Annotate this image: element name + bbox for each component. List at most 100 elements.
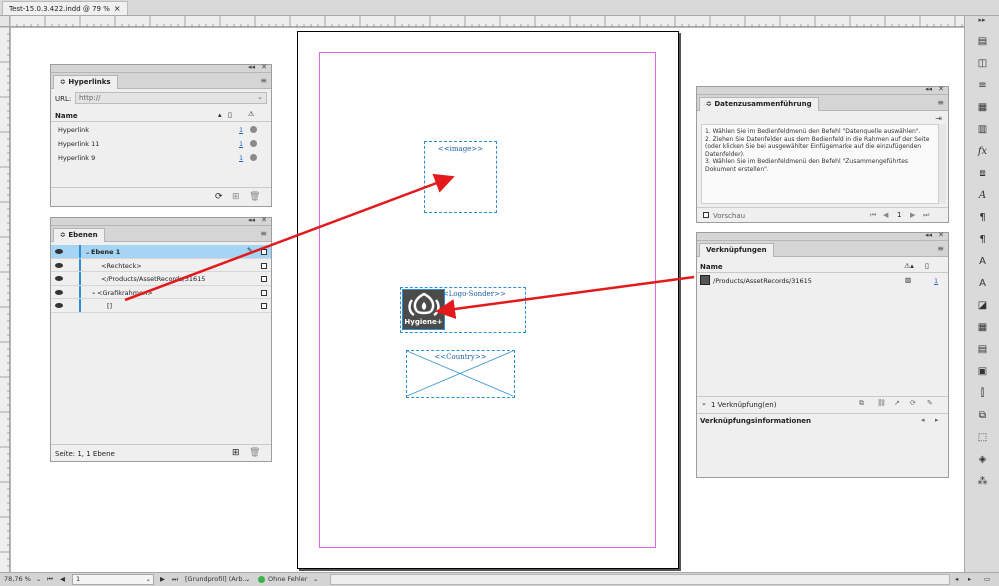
hyperlink-page[interactable]: 1 [239,140,243,148]
select-object-icon[interactable] [261,276,267,282]
pages-icon[interactable]: ▤ [965,30,999,52]
zoom-dropdown-icon[interactable]: ⌄ [36,575,41,583]
paragraph-icon[interactable]: ¶ [965,206,999,228]
panel-title-strip[interactable]: ◂◂ ✕ [51,216,271,226]
chevron-down-icon[interactable]: ⌄ [146,575,151,583]
layer-object-row[interactable]: ⌄ <Grafikrahmen> [51,285,271,299]
libraries-icon[interactable]: ⁂ [965,470,999,492]
hyperlink-row[interactable]: Hyperlink 11 1 [51,137,271,150]
prev-page-icon[interactable]: ◀ [60,575,65,583]
refresh-icon[interactable]: ⟳ [215,192,223,202]
hygiene-logo-image[interactable]: Hygiene+ [402,289,445,330]
document-tab[interactable]: Test-15.0.3.422.indd @ 79 % × [2,1,128,15]
dock-collapse-icon[interactable]: ▸▸ [965,16,999,30]
source-icon[interactable]: ⇥ [935,114,942,123]
layer-object-row[interactable]: <Rechteck> [51,258,271,272]
select-object-icon[interactable] [261,303,267,309]
hyperlink-row[interactable]: Hyperlink 9 1 [51,151,271,164]
next-page-icon[interactable]: ▶ [160,575,165,583]
hyperlink-row[interactable]: Hyperlink 1 [51,123,271,136]
url-field[interactable]: http:// ⌄ [75,92,267,104]
update-link-icon[interactable]: ⟳ [910,399,916,407]
country-field-frame[interactable]: <<Country>> [406,350,515,398]
collapse-icon[interactable]: ◂◂ [248,216,255,224]
tab-layers[interactable]: ≎ Ebenen [53,228,105,242]
select-object-icon[interactable] [261,289,267,296]
character-styles-icon[interactable]: A [965,184,999,206]
last-record-icon[interactable]: ⏭ [923,211,929,220]
swatches-icon[interactable]: ▦ [965,96,999,118]
image-field-frame[interactable]: <<image>> [424,141,497,213]
stroke-icon[interactable]: ≡ [965,74,999,96]
layer-object-row[interactable]: [] [51,299,271,313]
expand-layer-icon[interactable]: ⌄ [85,248,90,256]
relink-from-cc-icon[interactable]: ⧉ [859,399,864,408]
cell-styles-icon[interactable]: ▣ [965,360,999,382]
sort-icon[interactable]: ▴ [218,111,222,119]
panel-title-strip[interactable]: ◂◂ ✕ [697,85,948,95]
page-field[interactable]: 1 ⌄ [72,574,154,585]
layer-row[interactable]: ⌄ Ebene 1 ✎ [51,245,271,259]
color-icon[interactable]: ⧈ [965,162,999,184]
record-number[interactable]: 1 [897,211,901,219]
new-hyperlink-icon[interactable]: ⊞ [232,192,240,202]
scrollbar[interactable] [939,124,946,204]
scroll-right-icon[interactable]: ▸ [968,575,971,583]
close-icon[interactable]: ✕ [938,231,944,239]
visibility-eye-icon[interactable] [55,276,63,281]
layer-object-row[interactable]: </Products/AssetRecords/31615 [51,272,271,286]
visibility-eye-icon[interactable] [55,303,63,308]
hyperlink-page[interactable]: 1 [239,126,243,134]
first-page-icon[interactable]: ⏮ [47,575,53,584]
last-page-icon[interactable]: ⏭ [172,575,178,584]
table-icon[interactable]: ▦ [965,316,999,338]
align-icon[interactable]: ⫿ [965,382,999,404]
edit-original-icon[interactable]: ✎ [927,399,933,407]
hyperlink-page[interactable]: 1 [239,154,243,162]
profile-label[interactable]: [Grundprofil] (Arb... [185,575,249,583]
fx-icon[interactable]: fx [965,140,999,162]
panel-menu-icon[interactable]: ≡ [260,76,267,85]
pathfinder-icon[interactable]: ⧉ [965,404,999,426]
close-icon[interactable]: ✕ [261,216,267,224]
layers-icon[interactable]: ◫ [965,52,999,74]
panel-menu-icon[interactable]: ≡ [937,98,944,107]
chevron-down-icon[interactable]: ⌄ [245,575,250,583]
collapse-icon[interactable]: ◂◂ [925,85,932,93]
relink-icon[interactable]: ⛓ [877,399,886,407]
close-icon[interactable]: × [114,4,121,13]
panel-title-strip[interactable]: ◂◂ ✕ [51,63,271,73]
go-to-link-icon[interactable]: ↗ [894,399,900,407]
scroll-left-icon[interactable]: ◂ [955,575,958,583]
glyphs-icon[interactable]: A [965,272,999,294]
tab-links[interactable]: Verknüpfungen [699,243,774,257]
trash-icon[interactable]: 🗑 [249,448,260,458]
link-row[interactable]: /Products/AssetRecords/31615 ▨ 1 [697,274,948,287]
horizontal-ruler[interactable] [9,16,964,27]
text-wrap-icon[interactable]: ◪ [965,294,999,316]
fit-window-icon[interactable]: ▭ [984,575,990,583]
expand-group-icon[interactable]: ⌄ [91,288,96,296]
ruler-origin[interactable] [0,16,10,27]
trash-icon[interactable]: 🗑 [249,192,260,202]
collapse-icon[interactable]: ◂◂ [248,63,255,71]
zoom-level[interactable]: 78,76 % [4,575,31,583]
next-record-icon[interactable]: ▶ [910,211,915,219]
close-icon[interactable]: ✕ [938,85,944,93]
gradient-icon[interactable]: ▥ [965,118,999,140]
tab-hyperlinks[interactable]: ≎ Hyperlinks [53,75,118,89]
horizontal-scrollbar[interactable] [330,574,950,585]
select-object-icon[interactable] [261,262,267,269]
preflight-status[interactable]: Ohne Fehler [268,575,307,583]
first-record-icon[interactable]: ⏮ [870,211,876,220]
panel-menu-icon[interactable]: ≡ [937,244,944,253]
vertical-ruler[interactable] [0,26,10,572]
chevron-down-icon[interactable]: ⌄ [257,93,263,101]
new-layer-icon[interactable]: ⊞ [232,448,240,458]
visibility-eye-icon[interactable] [55,249,63,254]
effects-icon[interactable]: ◈ [965,448,999,470]
next-link-icon[interactable]: ▸ [935,416,939,424]
character-icon[interactable]: A [965,250,999,272]
preview-checkbox[interactable] [703,212,709,218]
visibility-eye-icon[interactable] [55,289,63,295]
